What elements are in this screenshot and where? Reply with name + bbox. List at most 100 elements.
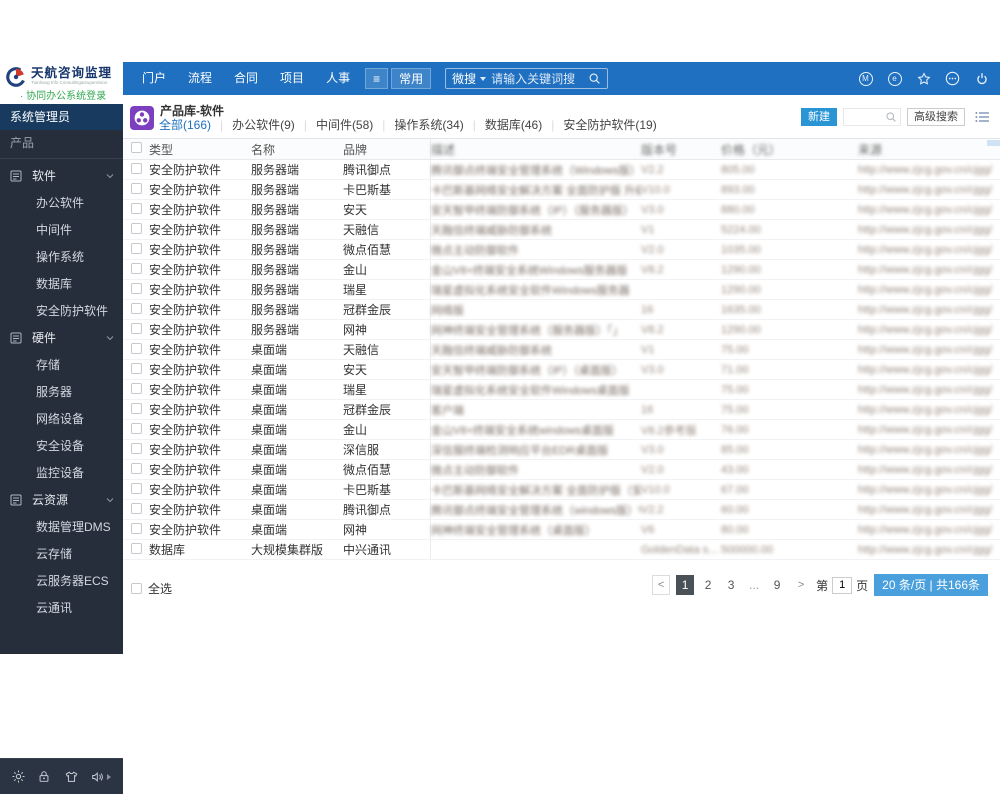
chevron-down-icon[interactable] (106, 335, 114, 341)
sidebar-group-软件[interactable]: 软件 (0, 162, 123, 189)
row-checkbox[interactable] (131, 302, 142, 314)
row-checkbox[interactable] (131, 502, 142, 514)
row-checkbox[interactable] (131, 162, 142, 174)
page-number[interactable]: 1 (676, 575, 695, 595)
row-checkbox[interactable] (131, 402, 142, 414)
table-row[interactable]: 安全防护软件 服务器端 冠群金辰 网络版 16 1635.00 http://w… (123, 300, 1000, 320)
row-checkbox[interactable] (131, 222, 142, 234)
row-checkbox[interactable] (131, 182, 142, 194)
table-search-input[interactable] (847, 111, 885, 123)
row-checkbox[interactable] (131, 422, 142, 434)
table-row[interactable]: 安全防护软件 服务器端 网神 网神终端安全管理系统（服务器版）「」 V8.2 1… (123, 320, 1000, 340)
power-icon[interactable] (974, 71, 989, 86)
new-button[interactable]: 新建 (801, 108, 837, 126)
global-search-box[interactable]: 微搜 (445, 68, 609, 89)
table-row[interactable]: 安全防护软件 桌面端 深信服 深信服终端检测响应平台EDR桌面版 V3.0 85… (123, 440, 1000, 460)
table-row[interactable]: 安全防护软件 桌面端 微点佰慧 微点主动防御软件 V2.0 43.00 http… (123, 460, 1000, 480)
nav-item[interactable]: 人事 (315, 62, 361, 95)
category-tab[interactable]: 中间件(58) (316, 116, 373, 133)
speaker-icon[interactable] (90, 769, 112, 785)
nav-item[interactable]: 合同 (223, 62, 269, 95)
advanced-search-button[interactable]: 高级搜索 (907, 108, 965, 126)
row-checkbox[interactable] (131, 342, 142, 354)
sidebar-item-安全防护软件[interactable]: 安全防护软件 (0, 297, 123, 324)
table-row[interactable]: 安全防护软件 桌面端 安天 安天智甲终端防御系统（IP）（桌面版） V3.0 7… (123, 360, 1000, 380)
m-circle-icon[interactable]: M (858, 71, 873, 86)
row-checkbox[interactable] (131, 442, 142, 454)
hamburger-menu-button[interactable]: ≡ (365, 68, 389, 89)
row-checkbox[interactable] (131, 242, 142, 254)
sidebar-item-监控设备[interactable]: 监控设备 (0, 459, 123, 486)
page-jump-input[interactable] (832, 576, 853, 594)
table-row[interactable]: 安全防护软件 桌面端 腾讯御点 腾讯御点终端安全管理系统（windows版）V2… (123, 500, 1000, 520)
table-row[interactable]: 数据库 大规模集群版 中兴通讯 GoldenData s… 500000.00 … (123, 540, 1000, 560)
nav-item[interactable]: 项目 (269, 62, 315, 95)
chevron-down-icon[interactable] (106, 497, 114, 503)
theme-shirt-icon[interactable] (64, 769, 80, 785)
global-search-input[interactable] (491, 71, 584, 86)
table-search-field[interactable] (843, 108, 901, 126)
sidebar-group-云资源[interactable]: 云资源 (0, 486, 123, 513)
row-checkbox[interactable] (131, 322, 142, 334)
more-circle-icon[interactable] (945, 71, 960, 86)
table-row[interactable]: 安全防护软件 桌面端 冠群金辰 客户端 16 75.00 http://www.… (123, 400, 1000, 420)
list-view-icon[interactable] (975, 111, 990, 123)
row-checkbox[interactable] (131, 282, 142, 294)
nav-item[interactable]: 流程 (177, 62, 223, 95)
table-row[interactable]: 安全防护软件 服务器端 腾讯御点 腾讯御点终端安全管理系统（Windows版） … (123, 160, 1000, 180)
row-checkbox[interactable] (131, 482, 142, 494)
table-row[interactable]: 安全防护软件 桌面端 卡巴斯基 卡巴斯基网络安全解决方案 全面防护版（安全） +… (123, 480, 1000, 500)
gear-icon[interactable] (11, 769, 27, 785)
row-checkbox[interactable] (131, 202, 142, 214)
search-icon[interactable] (588, 72, 601, 85)
oa-login-link[interactable]: · 协同办公系统登录 (20, 87, 106, 102)
table-row[interactable]: 安全防护软件 桌面端 瑞星 瑞星虚拟化系统安全软件Windows桌面版 75.0… (123, 380, 1000, 400)
nav-item[interactable]: 门户 (131, 62, 177, 95)
search-scope-dropdown[interactable]: 微搜 (452, 70, 487, 87)
table-row[interactable]: 安全防护软件 桌面端 天融信 天融信终端威胁防御系统 V1 75.00 http… (123, 340, 1000, 360)
table-row[interactable]: 安全防护软件 桌面端 金山 金山V8+终端安全系统windows桌面版 V8.2… (123, 420, 1000, 440)
sidebar-item-云存储[interactable]: 云存储 (0, 540, 123, 567)
favorite-star-icon[interactable] (916, 71, 931, 86)
category-tab[interactable]: 数据库(46) (485, 116, 542, 133)
chevron-down-icon[interactable] (106, 173, 114, 179)
table-row[interactable]: 安全防护软件 服务器端 安天 安天智甲终端防御系统（IP）（服务器版） V3.0… (123, 200, 1000, 220)
row-checkbox[interactable] (131, 462, 142, 474)
row-checkbox[interactable] (131, 522, 142, 534)
table-row[interactable]: 安全防护软件 服务器端 瑞星 瑞星虚拟化系统安全软件Windows服务器 129… (123, 280, 1000, 300)
sidebar-item-办公软件[interactable]: 办公软件 (0, 189, 123, 216)
table-row[interactable]: 安全防护软件 服务器端 金山 金山V8+终端安全系统Windows服务器版 V8… (123, 260, 1000, 280)
search-icon[interactable] (885, 111, 897, 123)
sidebar-item-云通讯[interactable]: 云通讯 (0, 594, 123, 621)
row-checkbox[interactable] (131, 382, 142, 394)
sidebar-item-数据管理DMS[interactable]: 数据管理DMS (0, 513, 123, 540)
sidebar-item-网络设备[interactable]: 网络设备 (0, 405, 123, 432)
category-tab[interactable]: 操作系统(34) (394, 116, 463, 133)
page-number[interactable]: 2 (699, 575, 717, 595)
page-number[interactable]: ... (745, 575, 763, 595)
sidebar-item-中间件[interactable]: 中间件 (0, 216, 123, 243)
sidebar-item-操作系统[interactable]: 操作系统 (0, 243, 123, 270)
row-checkbox[interactable] (131, 362, 142, 374)
table-row[interactable]: 安全防护软件 桌面端 网神 网神终端安全管理系统（桌面版） V6 80.00 h… (123, 520, 1000, 540)
sidebar-item-安全设备[interactable]: 安全设备 (0, 432, 123, 459)
page-number[interactable]: 3 (722, 575, 740, 595)
horizontal-scrollbar-thumb[interactable] (987, 140, 1000, 146)
row-checkbox[interactable] (131, 542, 142, 554)
category-tab[interactable]: 办公软件(9) (232, 116, 295, 133)
category-tab[interactable]: 全部(166) (159, 116, 211, 133)
select-all-control[interactable]: 全选 (123, 580, 172, 597)
sidebar-item-存储[interactable]: 存储 (0, 351, 123, 378)
lock-icon[interactable] (37, 769, 53, 785)
category-tab[interactable]: 安全防护软件(19) (563, 116, 656, 133)
next-page-button[interactable]: > (792, 575, 811, 595)
sidebar-item-云服务器ECS[interactable]: 云服务器ECS (0, 567, 123, 594)
table-row[interactable]: 安全防护软件 服务器端 天融信 天融信终端威胁防御系统 V1 5224.00 h… (123, 220, 1000, 240)
sidebar-item-服务器[interactable]: 服务器 (0, 378, 123, 405)
header-checkbox[interactable] (131, 142, 142, 153)
prev-page-button[interactable]: < (652, 575, 671, 595)
page-number[interactable]: 9 (768, 575, 786, 595)
row-checkbox[interactable] (131, 262, 142, 274)
sidebar-group-硬件[interactable]: 硬件 (0, 324, 123, 351)
select-all-checkbox[interactable] (131, 583, 142, 594)
